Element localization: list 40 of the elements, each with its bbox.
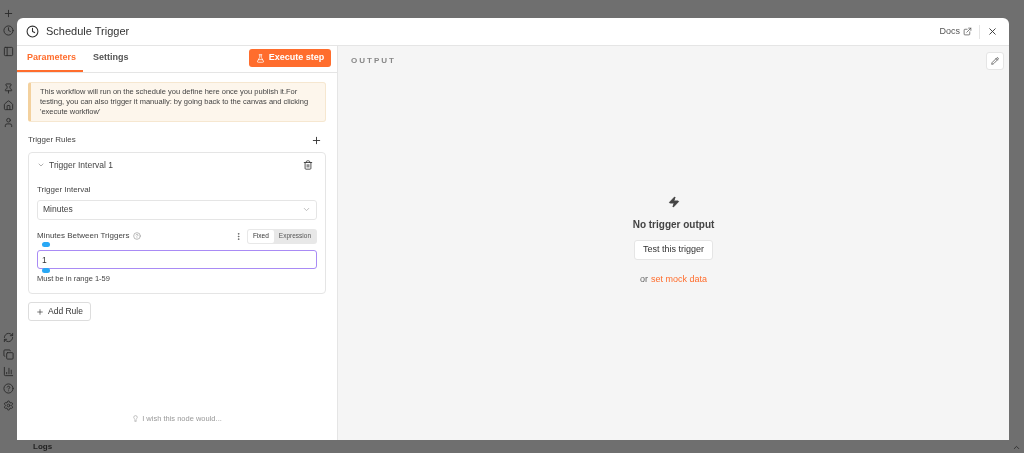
settings-icon[interactable] (3, 400, 14, 411)
user-icon[interactable] (3, 117, 14, 128)
refresh-icon[interactable] (3, 332, 14, 343)
field-label: Minutes Between Triggers (37, 230, 130, 243)
tab[interactable]: Settings (83, 45, 139, 72)
section-label: Trigger Rules (28, 134, 76, 146)
selection-handle[interactable] (42, 241, 50, 247)
docs-link[interactable]: Docs (939, 24, 972, 39)
edit-button[interactable] (986, 52, 1004, 70)
clock-icon[interactable] (3, 25, 14, 36)
or-text: or (639, 272, 648, 286)
pencil-icon (991, 57, 999, 65)
chart-icon[interactable] (3, 366, 14, 377)
test-trigger-button[interactable]: Test this trigger (634, 239, 713, 260)
external-link-icon (963, 27, 972, 36)
clock-icon (26, 25, 39, 38)
interval-select[interactable]: Minutes (37, 199, 317, 220)
minutes-input[interactable]: 1 (37, 250, 317, 270)
copy-icon[interactable] (3, 349, 14, 360)
close-icon[interactable] (987, 26, 998, 37)
empty-title: No trigger output (632, 217, 715, 232)
lightning-icon (667, 195, 680, 208)
home-icon[interactable] (3, 100, 14, 111)
plus-icon[interactable] (3, 8, 14, 19)
add-icon[interactable] (311, 134, 322, 146)
modal-title: Schedule Trigger (46, 24, 130, 40)
field-label: Trigger Interval (37, 183, 92, 196)
lightbulb-icon (132, 414, 140, 422)
help-icon[interactable] (3, 383, 14, 394)
pin-icon[interactable] (3, 83, 14, 94)
trash-icon[interactable] (303, 160, 313, 171)
output-header: OUTPUT (351, 55, 396, 67)
flask-icon (255, 53, 265, 63)
chevron-up-icon[interactable] (1012, 443, 1021, 452)
panel-icon[interactable] (3, 46, 14, 57)
add-rule-button[interactable]: Add Rule (28, 302, 91, 321)
rule-title: Trigger Interval 1 (49, 159, 113, 172)
help-icon[interactable] (132, 232, 141, 241)
selection-handle[interactable] (42, 267, 50, 273)
plus-icon (36, 307, 44, 316)
